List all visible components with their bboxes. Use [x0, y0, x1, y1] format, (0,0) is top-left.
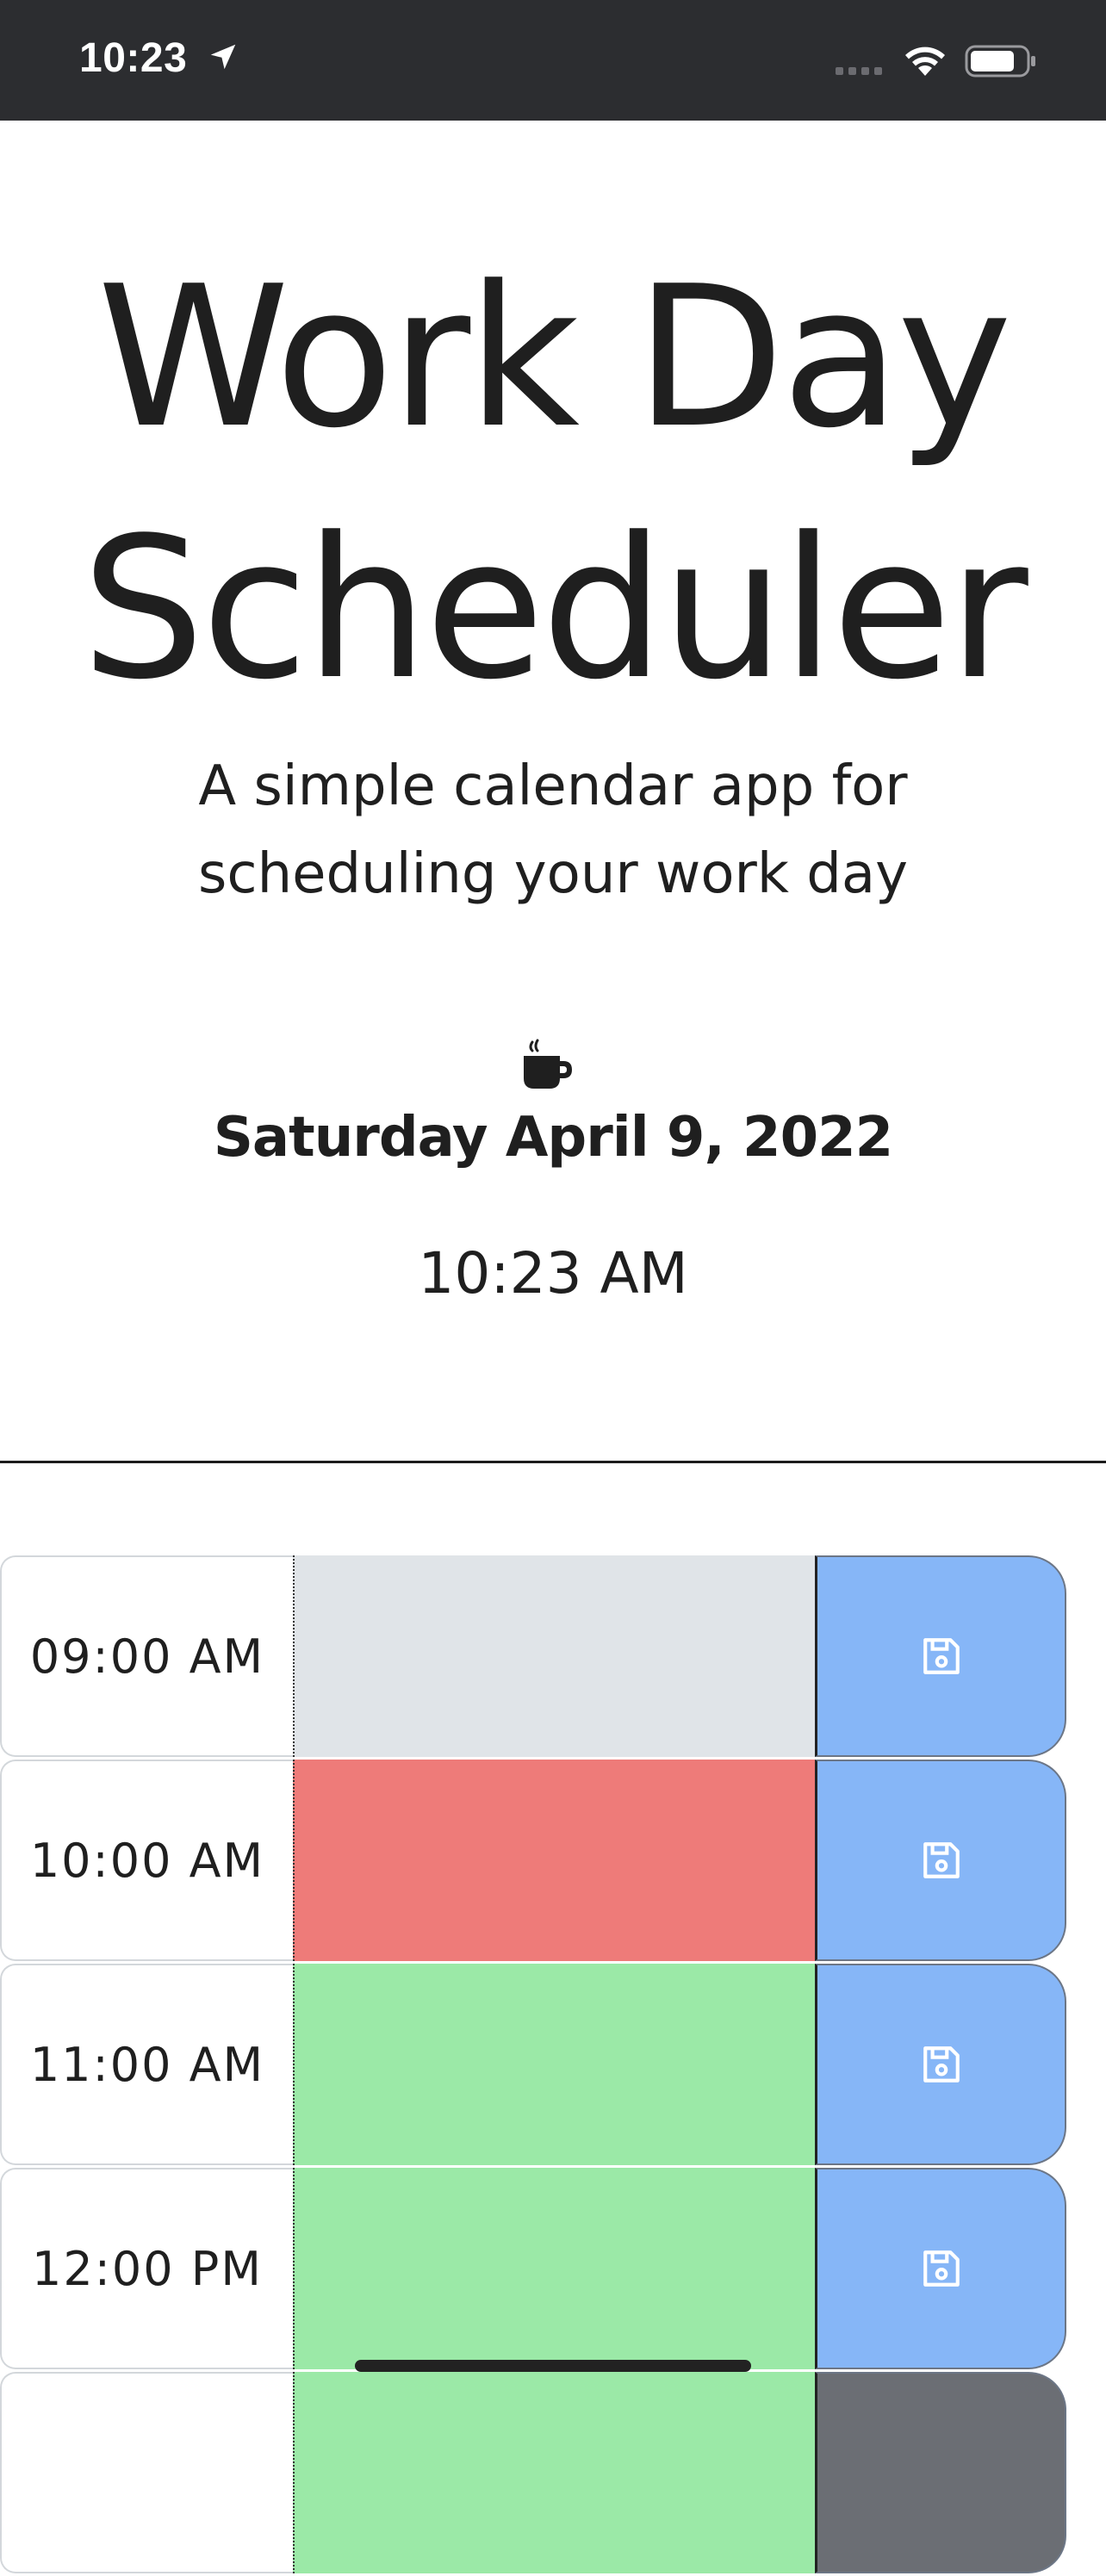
- title-line-1: Work Day: [96, 245, 1012, 471]
- save-button[interactable]: [815, 2168, 1066, 2369]
- status-bar: 10:23: [0, 0, 1106, 121]
- event-input[interactable]: [293, 1555, 815, 1757]
- hour-label: 09:00 AM: [0, 1555, 293, 1757]
- current-time: 10:23 AM: [418, 1240, 688, 1307]
- hour-label: [0, 2372, 293, 2573]
- floppy-disk-icon: [923, 2250, 960, 2287]
- floppy-disk-icon: [923, 2046, 960, 2083]
- event-input[interactable]: [293, 2168, 815, 2369]
- event-input[interactable]: [293, 1964, 815, 2165]
- save-button[interactable]: [815, 1760, 1066, 1961]
- floppy-disk-icon: [923, 1638, 960, 1674]
- wifi-icon: [903, 43, 948, 81]
- save-button[interactable]: [815, 1964, 1066, 2165]
- hour-label: 11:00 AM: [0, 1964, 293, 2165]
- coffee-cup-icon: [520, 1039, 574, 1096]
- title-line-2: Scheduler: [81, 496, 1028, 723]
- battery-icon: [965, 43, 1037, 83]
- save-button[interactable]: [815, 1555, 1066, 1757]
- status-time: 10:23: [79, 35, 188, 81]
- subtitle-line-2: scheduling your work day: [198, 842, 908, 906]
- header-divider: [0, 1461, 1106, 1463]
- signal-icon: [836, 67, 882, 75]
- subtitle-line-1: A simple calendar app for: [198, 754, 908, 818]
- page-title: Work Day Scheduler: [0, 233, 1106, 736]
- time-block-row: 11:00 AM: [0, 1964, 1106, 2167]
- time-block-row: [0, 2372, 1106, 2575]
- hour-label: 12:00 PM: [0, 2168, 293, 2369]
- page-subtitle: A simple calendar app for scheduling you…: [129, 742, 977, 918]
- schedule-list: 09:00 AM 10:00 AM 11:00 AM 12:00 PM: [0, 1555, 1106, 2576]
- home-indicator: [355, 2360, 751, 2372]
- event-input[interactable]: [293, 2372, 815, 2573]
- time-block-row: 10:00 AM: [0, 1760, 1106, 1963]
- event-input[interactable]: [293, 1760, 815, 1961]
- location-arrow-icon: [207, 40, 239, 77]
- time-block-row: 09:00 AM: [0, 1555, 1106, 1759]
- save-button[interactable]: [815, 2372, 1066, 2573]
- time-block-row: 12:00 PM: [0, 2168, 1106, 2371]
- current-date: Saturday April 9, 2022: [213, 1106, 893, 1170]
- hour-label: 10:00 AM: [0, 1760, 293, 1961]
- floppy-disk-icon: [923, 1842, 960, 1878]
